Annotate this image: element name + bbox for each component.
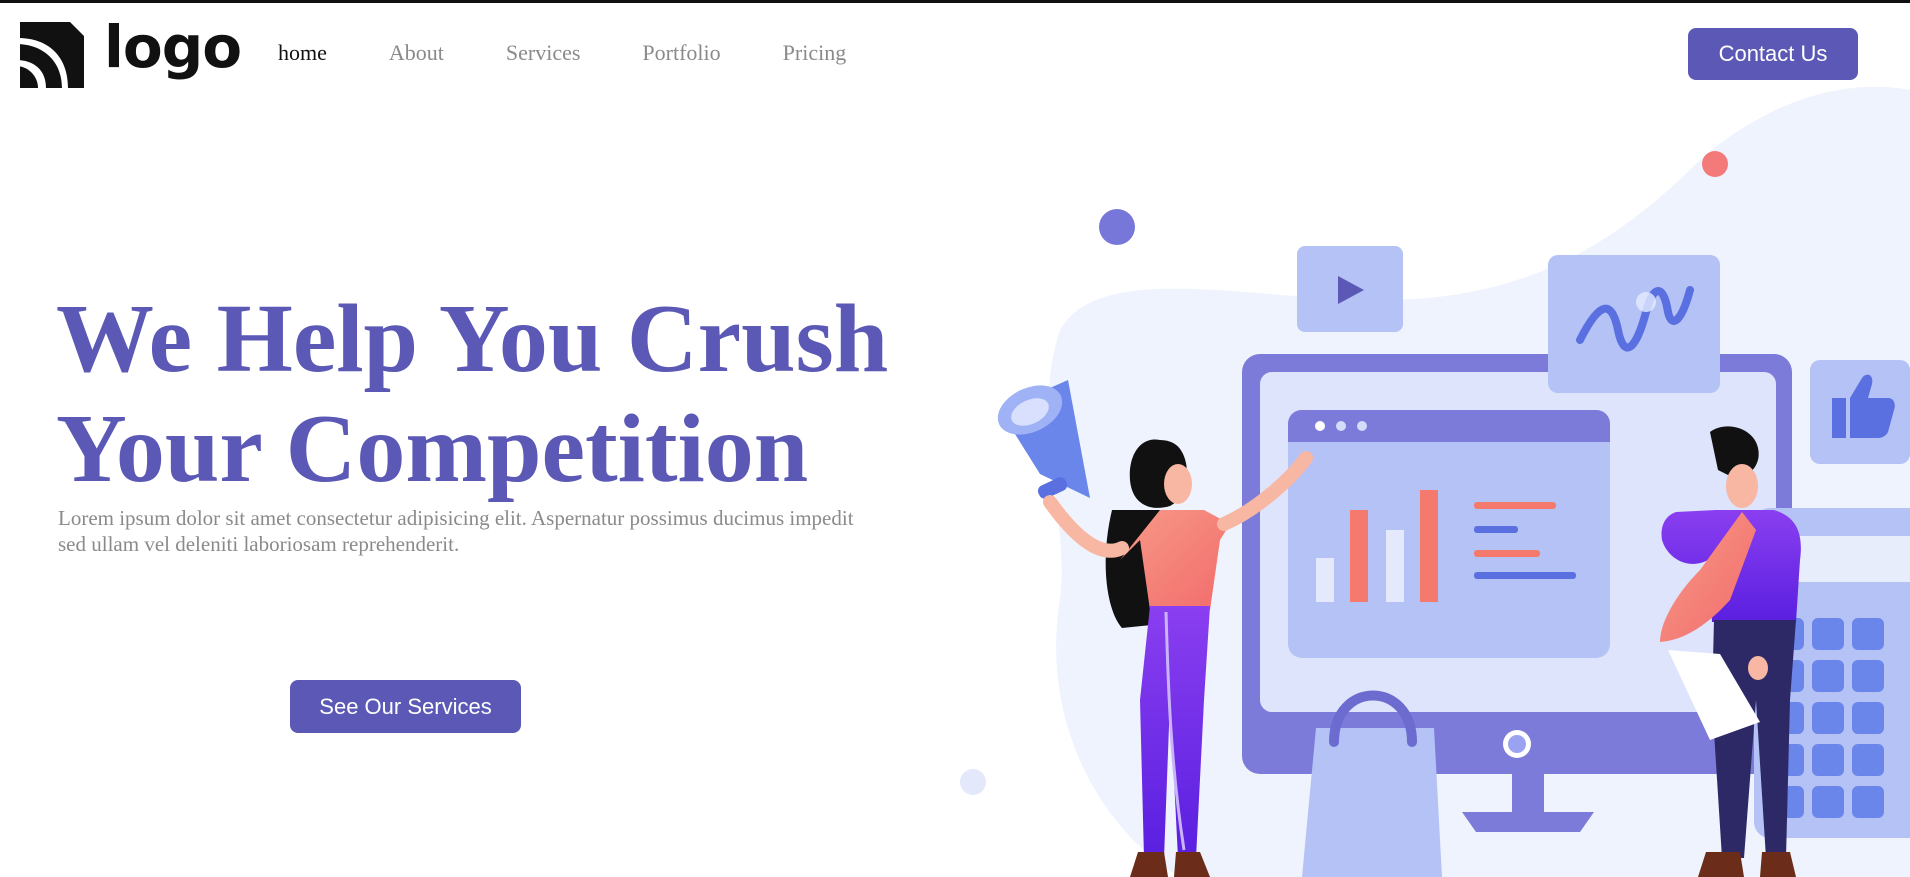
hero-title-line-2: Your Competition (56, 395, 809, 503)
logo-mark-icon (14, 22, 84, 88)
wave-card (1548, 255, 1720, 393)
contact-us-button[interactable]: Contact Us (1688, 28, 1858, 80)
decor-dot-purple (1099, 209, 1135, 245)
nav-services[interactable]: Services (506, 40, 581, 66)
see-our-services-button[interactable]: See Our Services (290, 680, 521, 733)
decor-dot-pale (960, 769, 986, 795)
hero-illustration (960, 86, 1910, 877)
nav-home[interactable]: home (278, 40, 327, 66)
nav-about[interactable]: About (389, 40, 444, 66)
hero-title: We Help You Crush Your Competition (56, 284, 956, 504)
main-nav: home About Services Portfolio Pricing (278, 40, 908, 66)
browser-window (1288, 410, 1610, 658)
hero-description: Lorem ipsum dolor sit amet consectetur a… (58, 506, 854, 556)
nav-portfolio[interactable]: Portfolio (642, 40, 720, 66)
nav-pricing[interactable]: Pricing (783, 40, 847, 66)
logo-text: logo (104, 13, 242, 81)
logo[interactable]: logo (12, 13, 242, 90)
shopping-bag-icon (1302, 728, 1442, 877)
decor-dot-coral (1702, 151, 1728, 177)
top-border (0, 0, 1910, 3)
hero-title-line-1: We Help You Crush (56, 285, 889, 393)
